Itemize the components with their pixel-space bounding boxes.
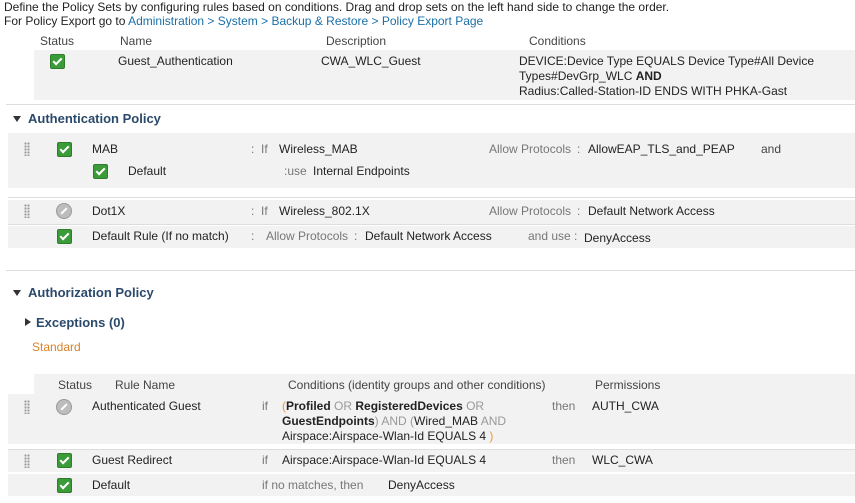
auth-rule-dot1x-allow-colon: : — [577, 204, 581, 218]
ps-header-conditions: Conditions — [529, 34, 586, 48]
collapse-arrow-icon[interactable] — [13, 116, 21, 122]
authz-rule-guest-redirect-name[interactable]: Guest Redirect — [92, 453, 172, 467]
policy-set-condition-line3: Radius:Called-Station-ID ENDS WITH PHKA-… — [519, 84, 788, 98]
auth-rule-mab-default-checkbox[interactable] — [93, 164, 108, 179]
auth-rule-dot1x-row[interactable] — [8, 200, 855, 224]
auth-rule-mab-identity[interactable]: Internal Endpoints — [313, 164, 410, 178]
auth-default-rule-checkbox[interactable] — [57, 229, 72, 244]
auth-default-rule-identity[interactable]: DenyAccess — [584, 231, 651, 245]
condition-registered-devices: RegisteredDevices — [355, 399, 463, 413]
condition-wired-mab: Wired_MAB — [414, 414, 479, 428]
auth-rule-mab-allow-label: Allow Protocols — [489, 142, 572, 156]
authorization-policy-title[interactable]: Authorization Policy — [28, 285, 154, 300]
authz-rule-guest-redirect-condition[interactable]: Airspace:Airspace-Wlan-Id EQUALS 4 — [282, 453, 486, 467]
auth-rule-mab-and: and — [761, 142, 782, 156]
divider — [8, 197, 855, 198]
authz-rule-authenticated-guest-then: then — [552, 399, 576, 413]
auth-rule-dot1x-colon: : — [251, 204, 255, 218]
auth-default-rule-use-label: and use : — [528, 229, 578, 243]
auth-rule-mab-protocol[interactable]: AllowEAP_TLS_and_PEAP — [588, 142, 735, 156]
authentication-policy-title[interactable]: Authentication Policy — [28, 111, 161, 126]
authz-rule-default-checkbox[interactable] — [57, 478, 72, 493]
authz-rule-guest-redirect-then: then — [552, 453, 576, 467]
auth-rule-mab-name[interactable]: MAB — [92, 142, 118, 156]
authz-header-conditions: Conditions (identity groups and other co… — [288, 378, 546, 392]
divider — [6, 104, 855, 105]
policy-set-enabled-checkbox[interactable] — [50, 54, 65, 69]
divider — [8, 224, 855, 225]
drag-handle-icon[interactable] — [24, 204, 30, 218]
authz-rule-authenticated-guest-permission[interactable]: AUTH_CWA — [592, 399, 659, 413]
authz-rule-authenticated-guest-condition-line2[interactable]: GuestEndpoints) AND (Wired_MAB AND — [282, 414, 506, 428]
policy-set-description: CWA_WLC_Guest — [321, 54, 421, 68]
ps-header-status: Status — [40, 34, 75, 48]
operator-and: ) AND ( — [374, 414, 415, 428]
authz-rule-guest-redirect-if: if — [262, 453, 268, 467]
auth-rule-mab-use-label: :use — [284, 164, 307, 178]
policy-set-condition-line1: DEVICE:Device Type EQUALS Device Type#Al… — [519, 54, 815, 68]
auth-rule-mab-condition[interactable]: Wireless_MAB — [279, 142, 358, 156]
disabled-status-icon[interactable] — [56, 203, 72, 219]
operator-or: OR — [334, 399, 353, 413]
policy-set-condition-line2: Types#DevGrp_WLC AND — [519, 69, 662, 83]
authz-rule-guest-redirect-checkbox[interactable] — [57, 453, 72, 468]
authz-rule-default-nomatch: if no matches, then — [262, 478, 364, 492]
authz-rule-authenticated-guest-name[interactable]: Authenticated Guest — [92, 399, 201, 413]
condition-guest-endpoints: GuestEndpoints — [282, 414, 375, 428]
policy-export-line: For Policy Export go to Administration >… — [4, 14, 483, 28]
auth-rule-dot1x-condition[interactable]: Wireless_802.1X — [279, 204, 370, 218]
operator-or: OR — [466, 399, 485, 413]
auth-rule-mab-if: If — [261, 142, 268, 156]
intro-text: Define the Policy Sets by configuring ru… — [4, 0, 670, 14]
auth-rule-dot1x-protocol[interactable]: Default Network Access — [588, 204, 715, 218]
authz-rule-default-permission[interactable]: DenyAccess — [388, 478, 455, 492]
disabled-status-icon[interactable] — [56, 399, 72, 415]
auth-rule-dot1x-name[interactable]: Dot1X — [92, 204, 125, 218]
condition-profiled: Profiled — [286, 399, 331, 413]
authz-header-rule-name: Rule Name — [115, 378, 176, 392]
authz-header-permissions: Permissions — [595, 378, 661, 392]
auth-default-rule-name[interactable]: Default Rule (If no match) — [92, 229, 229, 243]
auth-default-rule-allow-label: Allow Protocols — [266, 229, 349, 243]
drag-handle-icon[interactable] — [24, 142, 30, 156]
auth-default-rule-allow-colon: : — [354, 229, 358, 243]
auth-rule-mab-colon: : — [251, 142, 255, 156]
auth-rule-dot1x-allow-label: Allow Protocols — [489, 204, 572, 218]
authz-rule-authenticated-guest-condition-line3[interactable]: Airspace:Airspace-Wlan-Id EQUALS 4 ) — [282, 429, 493, 443]
condition-airspace-wlan: Airspace:Airspace-Wlan-Id EQUALS 4 — [282, 429, 487, 443]
policy-set-condition-and: AND — [635, 69, 662, 83]
auth-rule-mab-default-name[interactable]: Default — [128, 164, 166, 178]
exceptions-title[interactable]: Exceptions (0) — [36, 315, 125, 330]
authz-rule-authenticated-guest-if: if — [262, 399, 268, 413]
collapse-arrow-icon[interactable] — [13, 290, 21, 296]
auth-default-rule-protocol[interactable]: Default Network Access — [365, 229, 492, 243]
standard-label: Standard — [32, 340, 81, 354]
divider — [6, 270, 855, 271]
auth-rule-mab-allow-colon: : — [577, 142, 581, 156]
drag-handle-icon[interactable] — [24, 400, 30, 414]
policy-export-prefix: For Policy Export go to — [4, 14, 129, 28]
authz-header-status: Status — [58, 378, 93, 392]
policy-export-link[interactable]: Administration > System > Backup & Resto… — [128, 14, 483, 28]
paren-close: ) — [489, 429, 494, 443]
expand-arrow-icon[interactable] — [25, 318, 31, 326]
authz-rule-authenticated-guest-condition-line1[interactable]: (Profiled OR RegisteredDevices OR — [282, 399, 484, 413]
operator-and: AND — [480, 414, 507, 428]
ps-header-description: Description — [326, 34, 387, 48]
policy-set-condition-devgrp: Types#DevGrp_WLC — [519, 69, 633, 83]
auth-default-rule-colon: : — [251, 229, 255, 243]
drag-handle-icon[interactable] — [24, 454, 30, 468]
ps-header-name: Name — [120, 34, 153, 48]
policy-set-name[interactable]: Guest_Authentication — [118, 54, 233, 68]
auth-rule-dot1x-if: If — [261, 204, 268, 218]
authz-rule-guest-redirect-permission[interactable]: WLC_CWA — [592, 453, 653, 467]
auth-rule-mab-checkbox[interactable] — [57, 142, 72, 157]
authz-rule-default-name[interactable]: Default — [92, 478, 130, 492]
